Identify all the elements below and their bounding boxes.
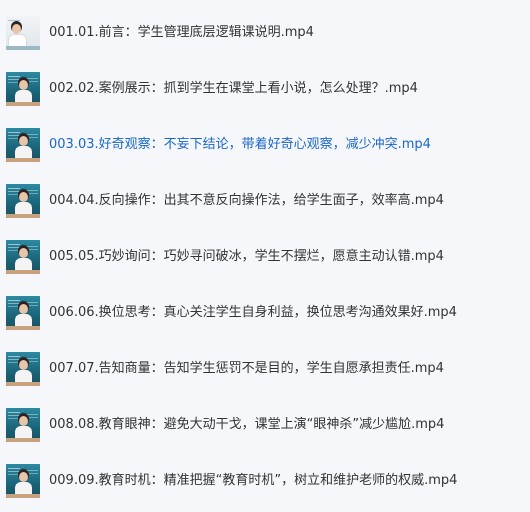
- video-file-list: 001.01.前言：学生管理底层逻辑课说明.mp4 002.02.案例展示：抓到…: [0, 0, 530, 504]
- file-item-006[interactable]: 006.06.换位思考：真心关注学生自身利益，换位思考沟通效果好.mp4: [0, 296, 530, 344]
- video-thumbnail-icon: [6, 464, 40, 498]
- video-thumbnail-icon: [6, 128, 40, 162]
- file-name: 009.09.教育时机：精准把握“教育时机”，树立和维护老师的权威.mp4: [49, 473, 458, 488]
- file-item-007[interactable]: 007.07.告知商量：告知学生惩罚不是目的，学生自愿承担责任.mp4: [0, 352, 530, 400]
- video-thumbnail-icon: [6, 352, 40, 386]
- video-thumbnail-icon: [6, 72, 40, 106]
- file-item-008[interactable]: 008.08.教育眼神：避免大动干戈，课堂上演“眼神杀”减少尴尬.mp4: [0, 408, 530, 456]
- file-item-005[interactable]: 005.05.巧妙询问：巧妙寻问破冰，学生不摆烂，愿意主动认错.mp4: [0, 240, 530, 288]
- video-thumbnail-icon: [6, 240, 40, 274]
- file-item-009[interactable]: 009.09.教育时机：精准把握“教育时机”，树立和维护老师的权威.mp4: [0, 464, 530, 512]
- file-name: 002.02.案例展示：抓到学生在课堂上看小说，怎么处理？.mp4: [49, 81, 418, 96]
- file-name: 006.06.换位思考：真心关注学生自身利益，换位思考沟通效果好.mp4: [49, 305, 457, 320]
- file-name: 001.01.前言：学生管理底层逻辑课说明.mp4: [49, 25, 314, 40]
- video-thumbnail-icon: [6, 296, 40, 330]
- video-thumbnail-icon: [6, 16, 40, 50]
- file-name: 003.03.好奇观察：不妄下结论，带着好奇心观察，减少冲突.mp4: [49, 137, 431, 152]
- file-name: 004.04.反向操作：出其不意反向操作法，给学生面子，效率高.mp4: [49, 193, 444, 208]
- file-name: 007.07.告知商量：告知学生惩罚不是目的，学生自愿承担责任.mp4: [49, 361, 444, 376]
- file-item-001[interactable]: 001.01.前言：学生管理底层逻辑课说明.mp4: [0, 16, 530, 64]
- file-item-004[interactable]: 004.04.反向操作：出其不意反向操作法，给学生面子，效率高.mp4: [0, 184, 530, 232]
- video-thumbnail-icon: [6, 184, 40, 218]
- video-thumbnail-icon: [6, 408, 40, 442]
- file-name: 008.08.教育眼神：避免大动干戈，课堂上演“眼神杀”减少尴尬.mp4: [49, 417, 445, 432]
- file-name: 005.05.巧妙询问：巧妙寻问破冰，学生不摆烂，愿意主动认错.mp4: [49, 249, 444, 264]
- file-item-002[interactable]: 002.02.案例展示：抓到学生在课堂上看小说，怎么处理？.mp4: [0, 72, 530, 120]
- file-item-003[interactable]: 003.03.好奇观察：不妄下结论，带着好奇心观察，减少冲突.mp4: [0, 128, 530, 176]
